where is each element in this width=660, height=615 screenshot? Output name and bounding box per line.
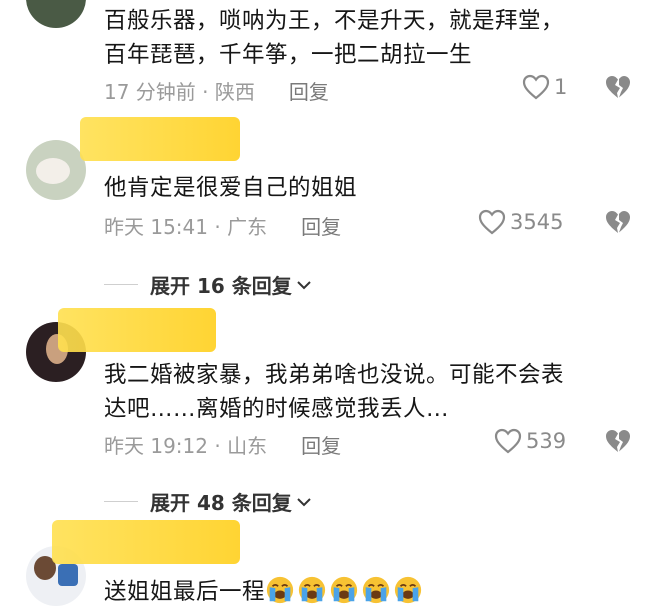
avatar[interactable] xyxy=(26,140,86,200)
like-count: 1 xyxy=(554,75,568,99)
like-count: 3545 xyxy=(510,210,564,234)
heart-icon xyxy=(522,74,550,100)
emoji-row xyxy=(265,576,425,605)
crying-face-icon xyxy=(330,576,358,604)
chevron-down-icon xyxy=(297,280,311,289)
expand-replies-button[interactable]: 展开 16 条回复 xyxy=(104,270,312,299)
comment-text: 送姐姐最后一程 xyxy=(104,575,640,609)
comment-text: 百般乐器，唢呐为王，不是升天，就是拜堂， 百年琵琶，千年筝，一把二胡拉一生 xyxy=(104,4,640,72)
comment-item: 他肯定是很爱自己的姐姐 昨天 15:41 · 广东 回复 3545 展开 16 … xyxy=(0,115,660,310)
comment-text-line: 达吧……离婚的时候感觉我丢人… xyxy=(104,396,450,422)
username-redaction xyxy=(80,117,240,161)
comment-meta: 17 分钟前 · 陕西 回复 xyxy=(104,76,329,105)
heart-icon xyxy=(478,209,506,235)
expand-replies-button[interactable]: 展开 48 条回复 xyxy=(104,487,312,516)
comment-item: 送姐姐最后一程 xyxy=(0,520,660,615)
comment-text: 我二婚被家暴，我弟弟啥也没说。可能不会表 达吧……离婚的时候感觉我丢人… xyxy=(104,358,640,426)
broken-heart-icon[interactable] xyxy=(604,74,632,100)
time-location: 17 分钟前 · 陕西 xyxy=(104,80,255,104)
comment-text-line: 百般乐器，唢呐为王，不是升天，就是拜堂， xyxy=(104,8,565,34)
comment-item: 百般乐器，唢呐为王，不是升天，就是拜堂， 百年琵琶，千年筝，一把二胡拉一生 17… xyxy=(0,0,660,115)
crying-face-icon xyxy=(394,576,422,604)
username-redaction xyxy=(52,520,240,564)
comment-meta: 昨天 15:41 · 广东 回复 xyxy=(104,211,341,240)
comment-item: 我二婚被家暴，我弟弟啥也没说。可能不会表 达吧……离婚的时候感觉我丢人… 昨天 … xyxy=(0,308,660,525)
crying-face-icon xyxy=(298,576,326,604)
heart-icon xyxy=(494,428,522,454)
expand-replies-label: 展开 48 条回复 xyxy=(150,491,292,515)
like-button[interactable]: 1 xyxy=(522,74,567,100)
comment-text: 他肯定是很爱自己的姐姐 xyxy=(104,175,358,201)
comment-text-content: 送姐姐最后一程 xyxy=(104,579,266,605)
reply-button[interactable]: 回复 xyxy=(301,430,341,459)
like-button[interactable]: 539 xyxy=(494,428,566,454)
like-button[interactable]: 3545 xyxy=(478,209,563,235)
time-location: 昨天 19:12 · 山东 xyxy=(104,434,268,458)
username-redaction xyxy=(58,308,216,352)
like-count: 539 xyxy=(526,429,567,453)
broken-heart-icon[interactable] xyxy=(604,428,632,454)
crying-face-icon xyxy=(266,576,294,604)
divider xyxy=(104,283,138,286)
broken-heart-icon[interactable] xyxy=(604,209,632,235)
crying-face-icon xyxy=(362,576,390,604)
comment-text-line: 我二婚被家暴，我弟弟啥也没说。可能不会表 xyxy=(104,362,565,388)
reply-button[interactable]: 回复 xyxy=(301,211,341,240)
comment-meta: 昨天 19:12 · 山东 回复 xyxy=(104,430,341,459)
divider xyxy=(104,500,138,503)
avatar[interactable] xyxy=(26,0,86,28)
comment-text-line: 百年琵琶，千年筝，一把二胡拉一生 xyxy=(104,42,473,68)
time-location: 昨天 15:41 · 广东 xyxy=(104,215,268,239)
expand-replies-label: 展开 16 条回复 xyxy=(150,274,292,298)
chevron-down-icon xyxy=(297,497,311,506)
reply-button[interactable]: 回复 xyxy=(289,76,329,105)
